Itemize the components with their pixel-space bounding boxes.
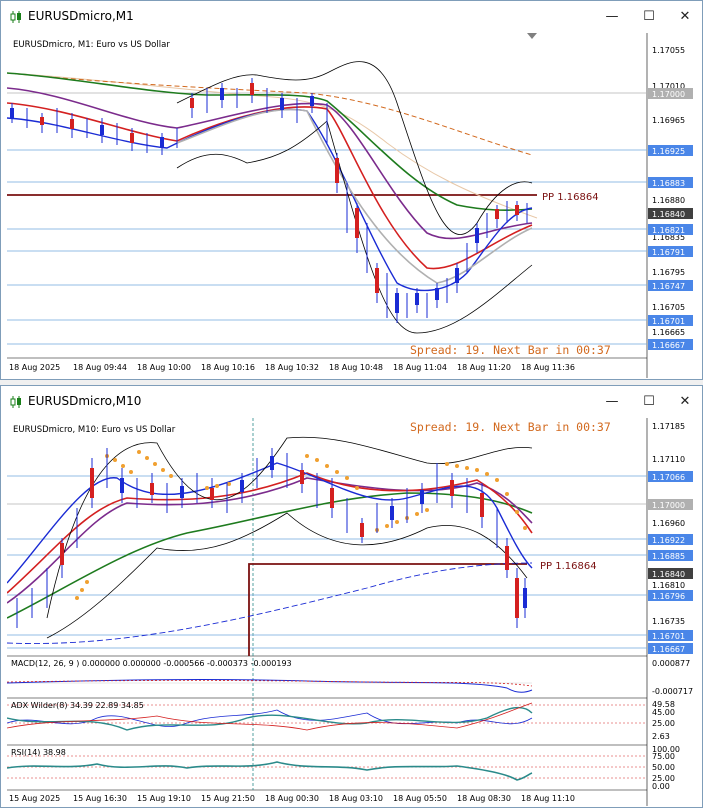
svg-text:-0.000717: -0.000717 — [652, 687, 693, 696]
svg-text:1.16810: 1.16810 — [652, 581, 685, 590]
svg-text:1.17110: 1.17110 — [652, 455, 685, 464]
svg-text:18 Aug 09:44: 18 Aug 09:44 — [73, 363, 127, 372]
svg-text:1.16885: 1.16885 — [652, 552, 685, 561]
svg-text:18 Aug 10:00: 18 Aug 10:00 — [137, 363, 191, 372]
maximize-button[interactable]: ☐ — [638, 7, 660, 27]
svg-text:1.16667: 1.16667 — [652, 645, 685, 654]
svg-text:75.00: 75.00 — [652, 752, 675, 761]
close-button[interactable]: ✕ — [674, 392, 696, 412]
svg-text:15 Aug 2025: 15 Aug 2025 — [9, 794, 60, 803]
svg-text:1.16795: 1.16795 — [652, 268, 685, 277]
svg-text:18 Aug 10:48: 18 Aug 10:48 — [329, 363, 383, 372]
svg-text:1.16791: 1.16791 — [652, 248, 685, 257]
spread-label: Spread: 19. Next Bar in 00:37 — [410, 420, 611, 434]
svg-text:1.16796: 1.16796 — [652, 592, 685, 601]
svg-text:1.16840: 1.16840 — [652, 570, 685, 579]
svg-text:1.16701: 1.16701 — [652, 632, 685, 641]
svg-text:1.16821: 1.16821 — [652, 226, 685, 235]
chart-window-m1[interactable]: EURUSDmicro,M1 — ☐ ✕ EURUSDmicro, M1: Eu… — [0, 0, 703, 380]
svg-text:1.16922: 1.16922 — [652, 536, 685, 545]
macd-label: MACD(12, 26, 9 ) 0.000000 0.000000 -0.00… — [11, 659, 292, 668]
svg-text:50.00: 50.00 — [652, 763, 675, 772]
chart-header: EURUSDmicro, M10: Euro vs US Dollar — [13, 425, 176, 435]
svg-text:18 Aug 11:10: 18 Aug 11:10 — [521, 794, 575, 803]
price-chart-m1[interactable]: EURUSDmicro, M1: Euro vs US Dollar PP 1.… — [7, 33, 697, 378]
svg-text:18 Aug 11:04: 18 Aug 11:04 — [393, 363, 447, 372]
svg-text:25.00: 25.00 — [652, 719, 675, 728]
time-axis: 18 Aug 2025 18 Aug 09:44 18 Aug 10:00 18… — [9, 363, 575, 372]
svg-text:1.16965: 1.16965 — [652, 116, 685, 125]
svg-text:1.16880: 1.16880 — [652, 196, 685, 205]
svg-text:1.16665: 1.16665 — [652, 328, 685, 337]
chart-window-m10[interactable]: EURUSDmicro,M10 — ☐ ✕ EURUSDmicro, M10: … — [0, 385, 703, 808]
svg-text:1.17000: 1.17000 — [652, 501, 685, 510]
svg-text:1.16701: 1.16701 — [652, 317, 685, 326]
svg-text:18 Aug 2025: 18 Aug 2025 — [9, 363, 60, 372]
svg-text:1.17055: 1.17055 — [652, 46, 685, 55]
svg-text:1.16925: 1.16925 — [652, 147, 685, 156]
svg-text:1.17185: 1.17185 — [652, 422, 685, 431]
svg-text:0.00: 0.00 — [652, 782, 670, 791]
svg-text:1.16747: 1.16747 — [652, 282, 685, 291]
time-axis: 15 Aug 2025 15 Aug 16:30 15 Aug 19:10 15… — [9, 794, 575, 803]
chart-header: EURUSDmicro, M1: Euro vs US Dollar — [13, 40, 170, 50]
maximize-button[interactable]: ☐ — [638, 392, 660, 412]
spread-label: Spread: 19. Next Bar in 00:37 — [410, 343, 611, 357]
svg-text:18 Aug 11:36: 18 Aug 11:36 — [521, 363, 575, 372]
svg-text:15 Aug 19:10: 15 Aug 19:10 — [137, 794, 191, 803]
svg-text:0.000877: 0.000877 — [652, 659, 690, 668]
svg-text:1.16667: 1.16667 — [652, 341, 685, 350]
window-title-bar[interactable]: EURUSDmicro,M10 — ☐ ✕ — [1, 386, 702, 418]
svg-text:18 Aug 00:30: 18 Aug 00:30 — [265, 794, 319, 803]
rsi-label: RSI(14) 38.98 — [11, 748, 66, 757]
svg-text:18 Aug 08:30: 18 Aug 08:30 — [457, 794, 511, 803]
svg-text:1.17066: 1.17066 — [652, 473, 685, 482]
svg-text:18 Aug 03:10: 18 Aug 03:10 — [329, 794, 383, 803]
window-title: EURUSDmicro,M10 — [28, 394, 142, 408]
svg-text:1.17000: 1.17000 — [652, 90, 685, 99]
pivot-point-label: PP 1.16864 — [540, 561, 597, 572]
adx-label: ADX Wilder(8) 34.39 22.89 34.85 — [11, 701, 144, 710]
price-chart-m10[interactable]: EURUSDmicro, M10: Euro vs US Dollar Spre… — [7, 418, 697, 806]
window-title: EURUSDmicro,M1 — [28, 9, 134, 23]
minimize-button[interactable]: — — [601, 7, 623, 27]
svg-text:1.16960: 1.16960 — [652, 519, 685, 528]
minimize-button[interactable]: — — [601, 392, 623, 412]
svg-text:18 Aug 10:32: 18 Aug 10:32 — [265, 363, 319, 372]
svg-text:18 Aug 11:20: 18 Aug 11:20 — [457, 363, 511, 372]
svg-text:18 Aug 05:50: 18 Aug 05:50 — [393, 794, 447, 803]
svg-text:1.16883: 1.16883 — [652, 179, 685, 188]
svg-text:1.16840: 1.16840 — [652, 210, 685, 219]
svg-text:1.16735: 1.16735 — [652, 617, 685, 626]
close-button[interactable]: ✕ — [674, 7, 696, 27]
svg-text:45.00: 45.00 — [652, 708, 675, 717]
svg-text:2.63: 2.63 — [652, 732, 670, 741]
candlestick-icon — [10, 11, 21, 23]
svg-text:1.16705: 1.16705 — [652, 303, 685, 312]
svg-text:18 Aug 10:16: 18 Aug 10:16 — [201, 363, 255, 372]
window-title-bar[interactable]: EURUSDmicro,M1 — ☐ ✕ — [1, 1, 702, 33]
pivot-point-label: PP 1.16864 — [542, 192, 599, 203]
svg-text:15 Aug 21:50: 15 Aug 21:50 — [201, 794, 255, 803]
svg-text:15 Aug 16:30: 15 Aug 16:30 — [73, 794, 127, 803]
candlestick-icon — [10, 396, 21, 408]
